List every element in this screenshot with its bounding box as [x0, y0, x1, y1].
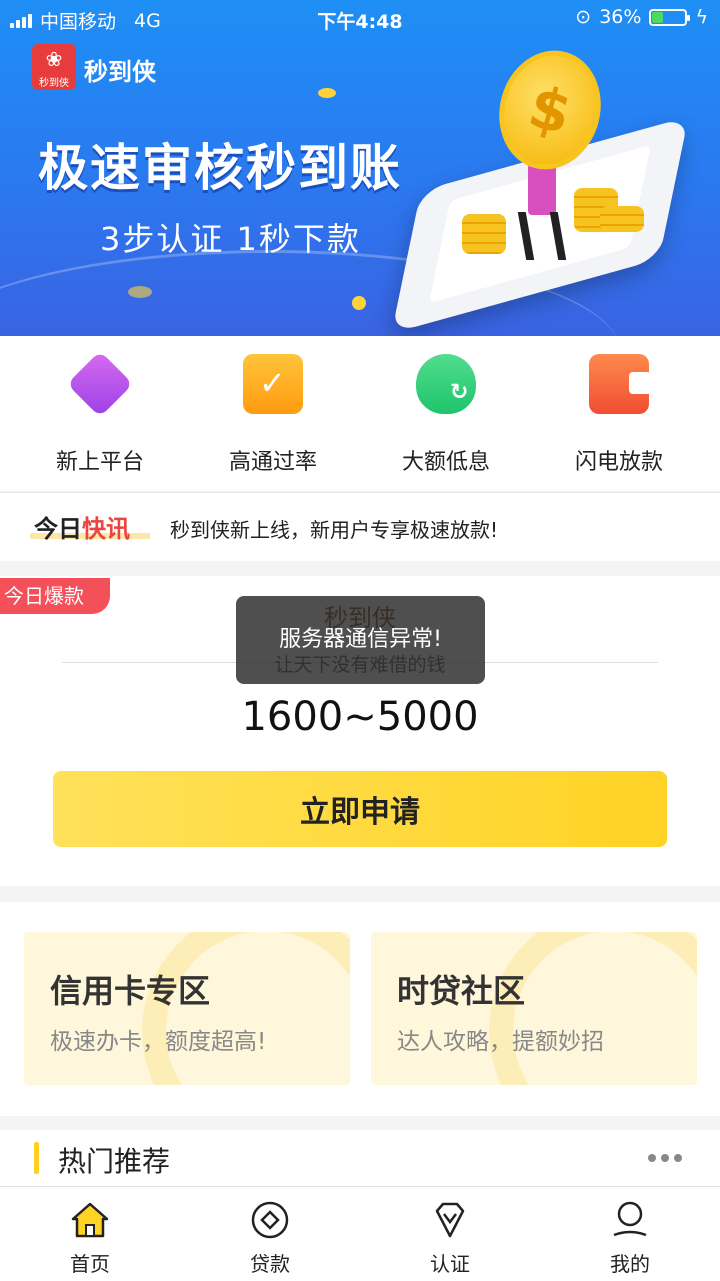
- news-badge: 今日快讯: [34, 509, 130, 544]
- tab-profile[interactable]: 我的: [540, 1187, 720, 1281]
- loan-icon: [251, 1201, 289, 1239]
- zone-subtitle: 极速办卡，额度超高!: [50, 1029, 267, 1055]
- rotation-lock-icon: ⊙: [575, 6, 592, 28]
- home-icon: [71, 1202, 109, 1238]
- apply-now-button[interactable]: 立即申请: [53, 771, 667, 847]
- feature-high-pass-rate[interactable]: ✓ 高通过率: [183, 336, 363, 491]
- charging-icon: ϟ: [695, 6, 708, 28]
- sparkle-dot: [128, 286, 152, 298]
- battery-fill: [652, 11, 664, 23]
- feature-fast-payout[interactable]: 闪电放款: [529, 336, 709, 491]
- bottom-tab-bar: 首页 贷款 认证 我的: [0, 1186, 720, 1281]
- banner-headline: 极速审核秒到账: [38, 139, 402, 197]
- sparkle-dot: [318, 88, 336, 98]
- loan-community-zone[interactable]: 时贷社区 达人攻略，提额妙招: [371, 932, 697, 1085]
- logo-petals-icon: ❀: [45, 47, 63, 71]
- feature-row: 新上平台 ✓ 高通过率 ↻ 大额低息 闪电放款: [0, 336, 720, 491]
- zones-section: 信用卡专区 极速办卡，额度超高! 时贷社区 达人攻略，提额妙招: [0, 902, 720, 1116]
- credit-card-zone[interactable]: 信用卡专区 极速办卡，额度超高!: [24, 932, 350, 1085]
- feature-new-platform[interactable]: 新上平台: [10, 336, 190, 491]
- promo-banner[interactable]: ❀ 秒到侠 秒到侠 极速审核秒到账 3步认证 1秒下款 $: [0, 0, 720, 336]
- coin-stack-icon: [600, 206, 644, 232]
- tab-label: 贷款: [250, 1252, 290, 1276]
- zone-subtitle: 达人攻略，提额妙招: [397, 1029, 604, 1055]
- news-text[interactable]: 秒到侠新上线，新用户专享极速放款!: [170, 514, 498, 543]
- person-legs-illustration: [517, 212, 567, 260]
- coin-stack-icon: [462, 214, 506, 254]
- sparkle-dot: [352, 296, 366, 310]
- feature-label: 高通过率: [228, 450, 317, 475]
- section-accent-bar: [34, 1142, 39, 1174]
- status-right: ⊙ 36% ϟ: [575, 6, 708, 28]
- recommend-header: 热门推荐: [0, 1130, 720, 1186]
- status-bar: 中国移动 4G 下午4:48 ⊙ 36% ϟ: [0, 0, 720, 36]
- more-icon[interactable]: [648, 1154, 682, 1162]
- loan-amount-range: 1600~5000: [241, 694, 479, 740]
- banner-subline: 3步认证 1秒下款: [100, 220, 361, 258]
- money-bag-icon: ↻: [416, 354, 476, 414]
- brand-name: 秒到侠: [84, 58, 156, 86]
- profile-icon: [613, 1201, 647, 1237]
- tab-label: 认证: [430, 1252, 470, 1276]
- feature-label: 闪电放款: [574, 450, 663, 475]
- tag-icon: [66, 350, 134, 418]
- news-badge-part1: 今日: [34, 514, 82, 543]
- battery-percent: 36%: [599, 6, 642, 28]
- feature-label: 大额低息: [401, 450, 490, 475]
- battery-icon: [649, 8, 691, 26]
- news-badge-part2: 快讯: [82, 514, 130, 543]
- logo-text: 秒到侠: [39, 78, 69, 89]
- tab-label: 我的: [610, 1252, 650, 1276]
- zone-title: 信用卡专区: [50, 972, 211, 1010]
- tab-verify[interactable]: 认证: [360, 1187, 540, 1281]
- feature-large-low-interest[interactable]: ↻ 大额低息: [356, 336, 536, 491]
- app-logo: ❀ 秒到侠: [32, 44, 76, 90]
- error-toast: 服务器通信异常!: [236, 596, 485, 684]
- verify-icon: [435, 1202, 465, 1238]
- recommend-title: 热门推荐: [58, 1145, 171, 1178]
- wallet-icon: [589, 354, 651, 414]
- feature-label: 新上平台: [55, 450, 144, 475]
- tab-home[interactable]: 首页: [0, 1187, 180, 1281]
- zone-title: 时贷社区: [397, 972, 526, 1010]
- tab-loan[interactable]: 贷款: [180, 1187, 360, 1281]
- checklist-icon: ✓: [243, 354, 303, 414]
- tab-label: 首页: [70, 1252, 110, 1276]
